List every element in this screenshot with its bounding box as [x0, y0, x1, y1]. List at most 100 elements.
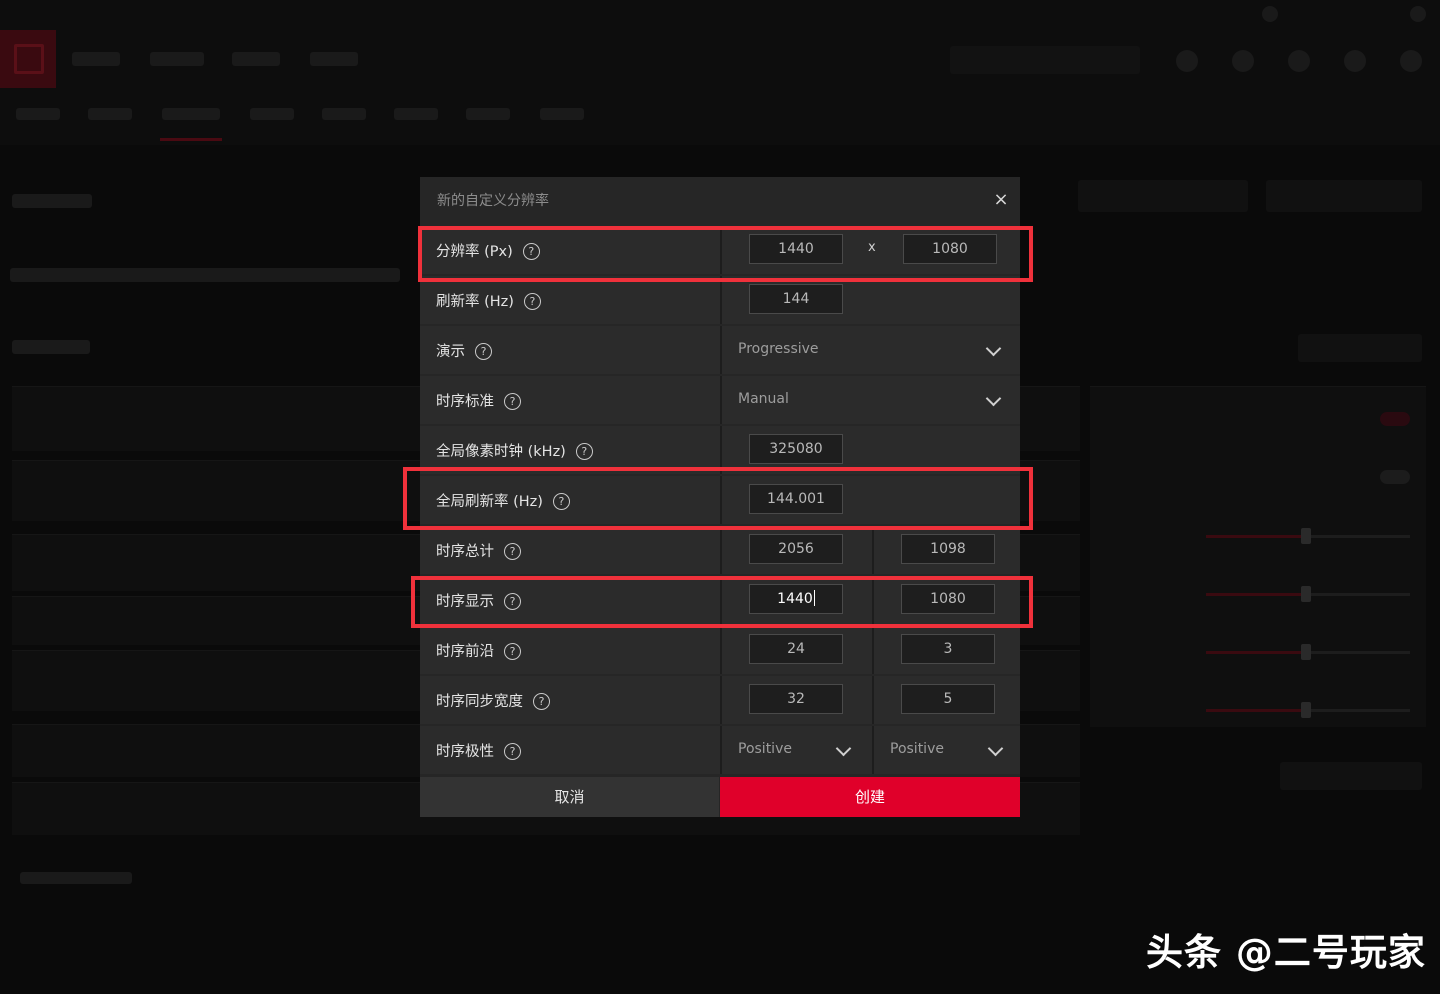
bg-slider-knob — [1301, 528, 1311, 544]
refresh-rate-label: 刷新率 (Hz)? — [436, 290, 541, 311]
front-porch-h-input[interactable]: 24 — [749, 634, 843, 664]
help-icon[interactable]: ? — [504, 592, 521, 610]
polarity-label-text: 时序极性 — [436, 744, 494, 760]
column-divider — [872, 576, 874, 624]
polarity-h-value: Positive — [738, 741, 792, 757]
bg-slider-knob — [1301, 586, 1311, 602]
bg-button — [1298, 334, 1422, 362]
display-name — [10, 268, 400, 282]
timing-display-h-input[interactable]: 1440 — [749, 584, 843, 614]
app-top-bar — [0, 0, 1440, 145]
resolution-separator: x — [868, 240, 876, 255]
custom-resolution-dialog: 新的自定义分辨率 × 分辨率 (Px)? 1440 x 1080 刷新率 (Hz… — [420, 177, 1020, 817]
bg-toggle — [1380, 470, 1410, 484]
nav-item — [72, 52, 120, 66]
column-divider — [720, 476, 722, 524]
help-icon[interactable]: ? — [504, 742, 521, 760]
help-icon[interactable]: ? — [522, 242, 540, 260]
subnav-item — [466, 108, 510, 120]
timing-display-h-value: 1440 — [777, 591, 813, 607]
resolution-height-input[interactable]: 1080 — [903, 234, 997, 264]
pixel-clock-input[interactable]: 325080 — [749, 434, 843, 464]
bg-slider-fill — [1206, 535, 1306, 538]
bg-slider-knob — [1301, 702, 1311, 718]
sync-width-v-input[interactable]: 5 — [901, 684, 995, 714]
presentation-label-text: 演示 — [436, 344, 465, 360]
bg-toggle — [1380, 412, 1410, 426]
front-porch-label-text: 时序前沿 — [436, 644, 494, 660]
help-icon[interactable]: ? — [552, 492, 570, 510]
help-icon[interactable]: ? — [533, 692, 550, 710]
toolbar-icon — [1232, 50, 1254, 72]
timing-standard-label: 时序标准? — [436, 390, 521, 411]
global-refresh-label-text: 全局刷新率 (Hz) — [436, 494, 543, 510]
close-icon[interactable]: × — [990, 189, 1012, 211]
nav-item — [150, 52, 204, 66]
row-timing-standard: 时序标准? Manual — [420, 376, 1020, 424]
subnav-item — [540, 108, 584, 120]
timing-display-label-text: 时序显示 — [436, 594, 494, 610]
bg-button — [1280, 762, 1422, 790]
sync-width-h-input[interactable]: 32 — [749, 684, 843, 714]
global-refresh-label: 全局刷新率 (Hz)? — [436, 490, 570, 511]
resolution-width-input[interactable]: 1440 — [749, 234, 843, 264]
create-button[interactable]: 创建 — [720, 777, 1020, 817]
subnav-item — [394, 108, 438, 120]
help-icon[interactable]: ? — [504, 392, 521, 410]
polarity-h-select[interactable]: Positive — [720, 726, 872, 774]
help-icon[interactable]: ? — [475, 342, 492, 360]
presentation-select[interactable]: Progressive — [720, 326, 1020, 374]
pixel-clock-label-text: 全局像素时钟 (kHz) — [436, 444, 566, 460]
nav-item — [232, 52, 280, 66]
row-pixel-clock: 全局像素时钟 (kHz)? 325080 — [420, 426, 1020, 474]
row-timing-display: 时序显示? 1440 1080 — [420, 576, 1020, 624]
refresh-rate-input[interactable]: 144 — [749, 284, 843, 314]
resolution-label: 分辨率 (Px)? — [436, 240, 540, 261]
refresh-rate-label-text: 刷新率 (Hz) — [436, 294, 514, 310]
row-timing-total: 时序总计? 2056 1098 — [420, 526, 1020, 574]
row-sync-width: 时序同步宽度? 32 5 — [420, 676, 1020, 724]
sync-width-label: 时序同步宽度? — [436, 690, 550, 711]
bg-dropdown — [1078, 180, 1248, 212]
timing-total-label-text: 时序总计 — [436, 544, 494, 560]
bg-slider-fill — [1206, 593, 1306, 596]
timing-total-v-input[interactable]: 1098 — [901, 534, 995, 564]
timing-total-label: 时序总计? — [436, 540, 521, 561]
logo-icon — [14, 44, 44, 74]
resolution-label-text: 分辨率 (Px) — [436, 244, 513, 260]
column-divider — [872, 676, 874, 724]
sync-width-label-text: 时序同步宽度 — [436, 694, 523, 710]
presentation-label: 演示? — [436, 340, 492, 361]
column-divider — [872, 626, 874, 674]
column-divider — [720, 426, 722, 474]
timing-standard-select[interactable]: Manual — [720, 376, 1020, 424]
pixel-clock-label: 全局像素时钟 (kHz)? — [436, 440, 593, 461]
nav-item — [310, 52, 358, 66]
subnav-item — [16, 108, 60, 120]
subnav-active-indicator — [160, 138, 222, 141]
toolbar-icon — [1400, 50, 1422, 72]
subnav-item — [250, 108, 294, 120]
help-icon[interactable]: ? — [504, 542, 521, 560]
row-front-porch: 时序前沿? 24 3 — [420, 626, 1020, 674]
row-global-refresh-rate: 全局刷新率 (Hz)? 144.001 — [420, 476, 1020, 524]
row-refresh-rate: 刷新率 (Hz)? 144 — [420, 276, 1020, 324]
column-divider — [720, 226, 722, 274]
search-box — [950, 46, 1140, 74]
polarity-v-select[interactable]: Positive — [872, 726, 1020, 774]
global-refresh-input[interactable]: 144.001 — [749, 484, 843, 514]
cancel-button[interactable]: 取消 — [420, 777, 719, 817]
bg-slider-fill — [1206, 651, 1306, 654]
help-icon[interactable]: ? — [504, 642, 521, 660]
help-icon[interactable]: ? — [523, 292, 541, 310]
timing-display-v-input[interactable]: 1080 — [901, 584, 995, 614]
watermark-text: 头条 @二号玩家 — [1146, 931, 1426, 974]
polarity-label: 时序极性? — [436, 740, 521, 761]
chevron-down-icon — [835, 740, 852, 757]
help-icon[interactable]: ? — [575, 442, 593, 460]
subnav-item — [88, 108, 132, 120]
front-porch-v-input[interactable]: 3 — [901, 634, 995, 664]
section-heading — [12, 194, 92, 208]
timing-total-h-input[interactable]: 2056 — [749, 534, 843, 564]
bg-footer-link — [20, 872, 132, 884]
